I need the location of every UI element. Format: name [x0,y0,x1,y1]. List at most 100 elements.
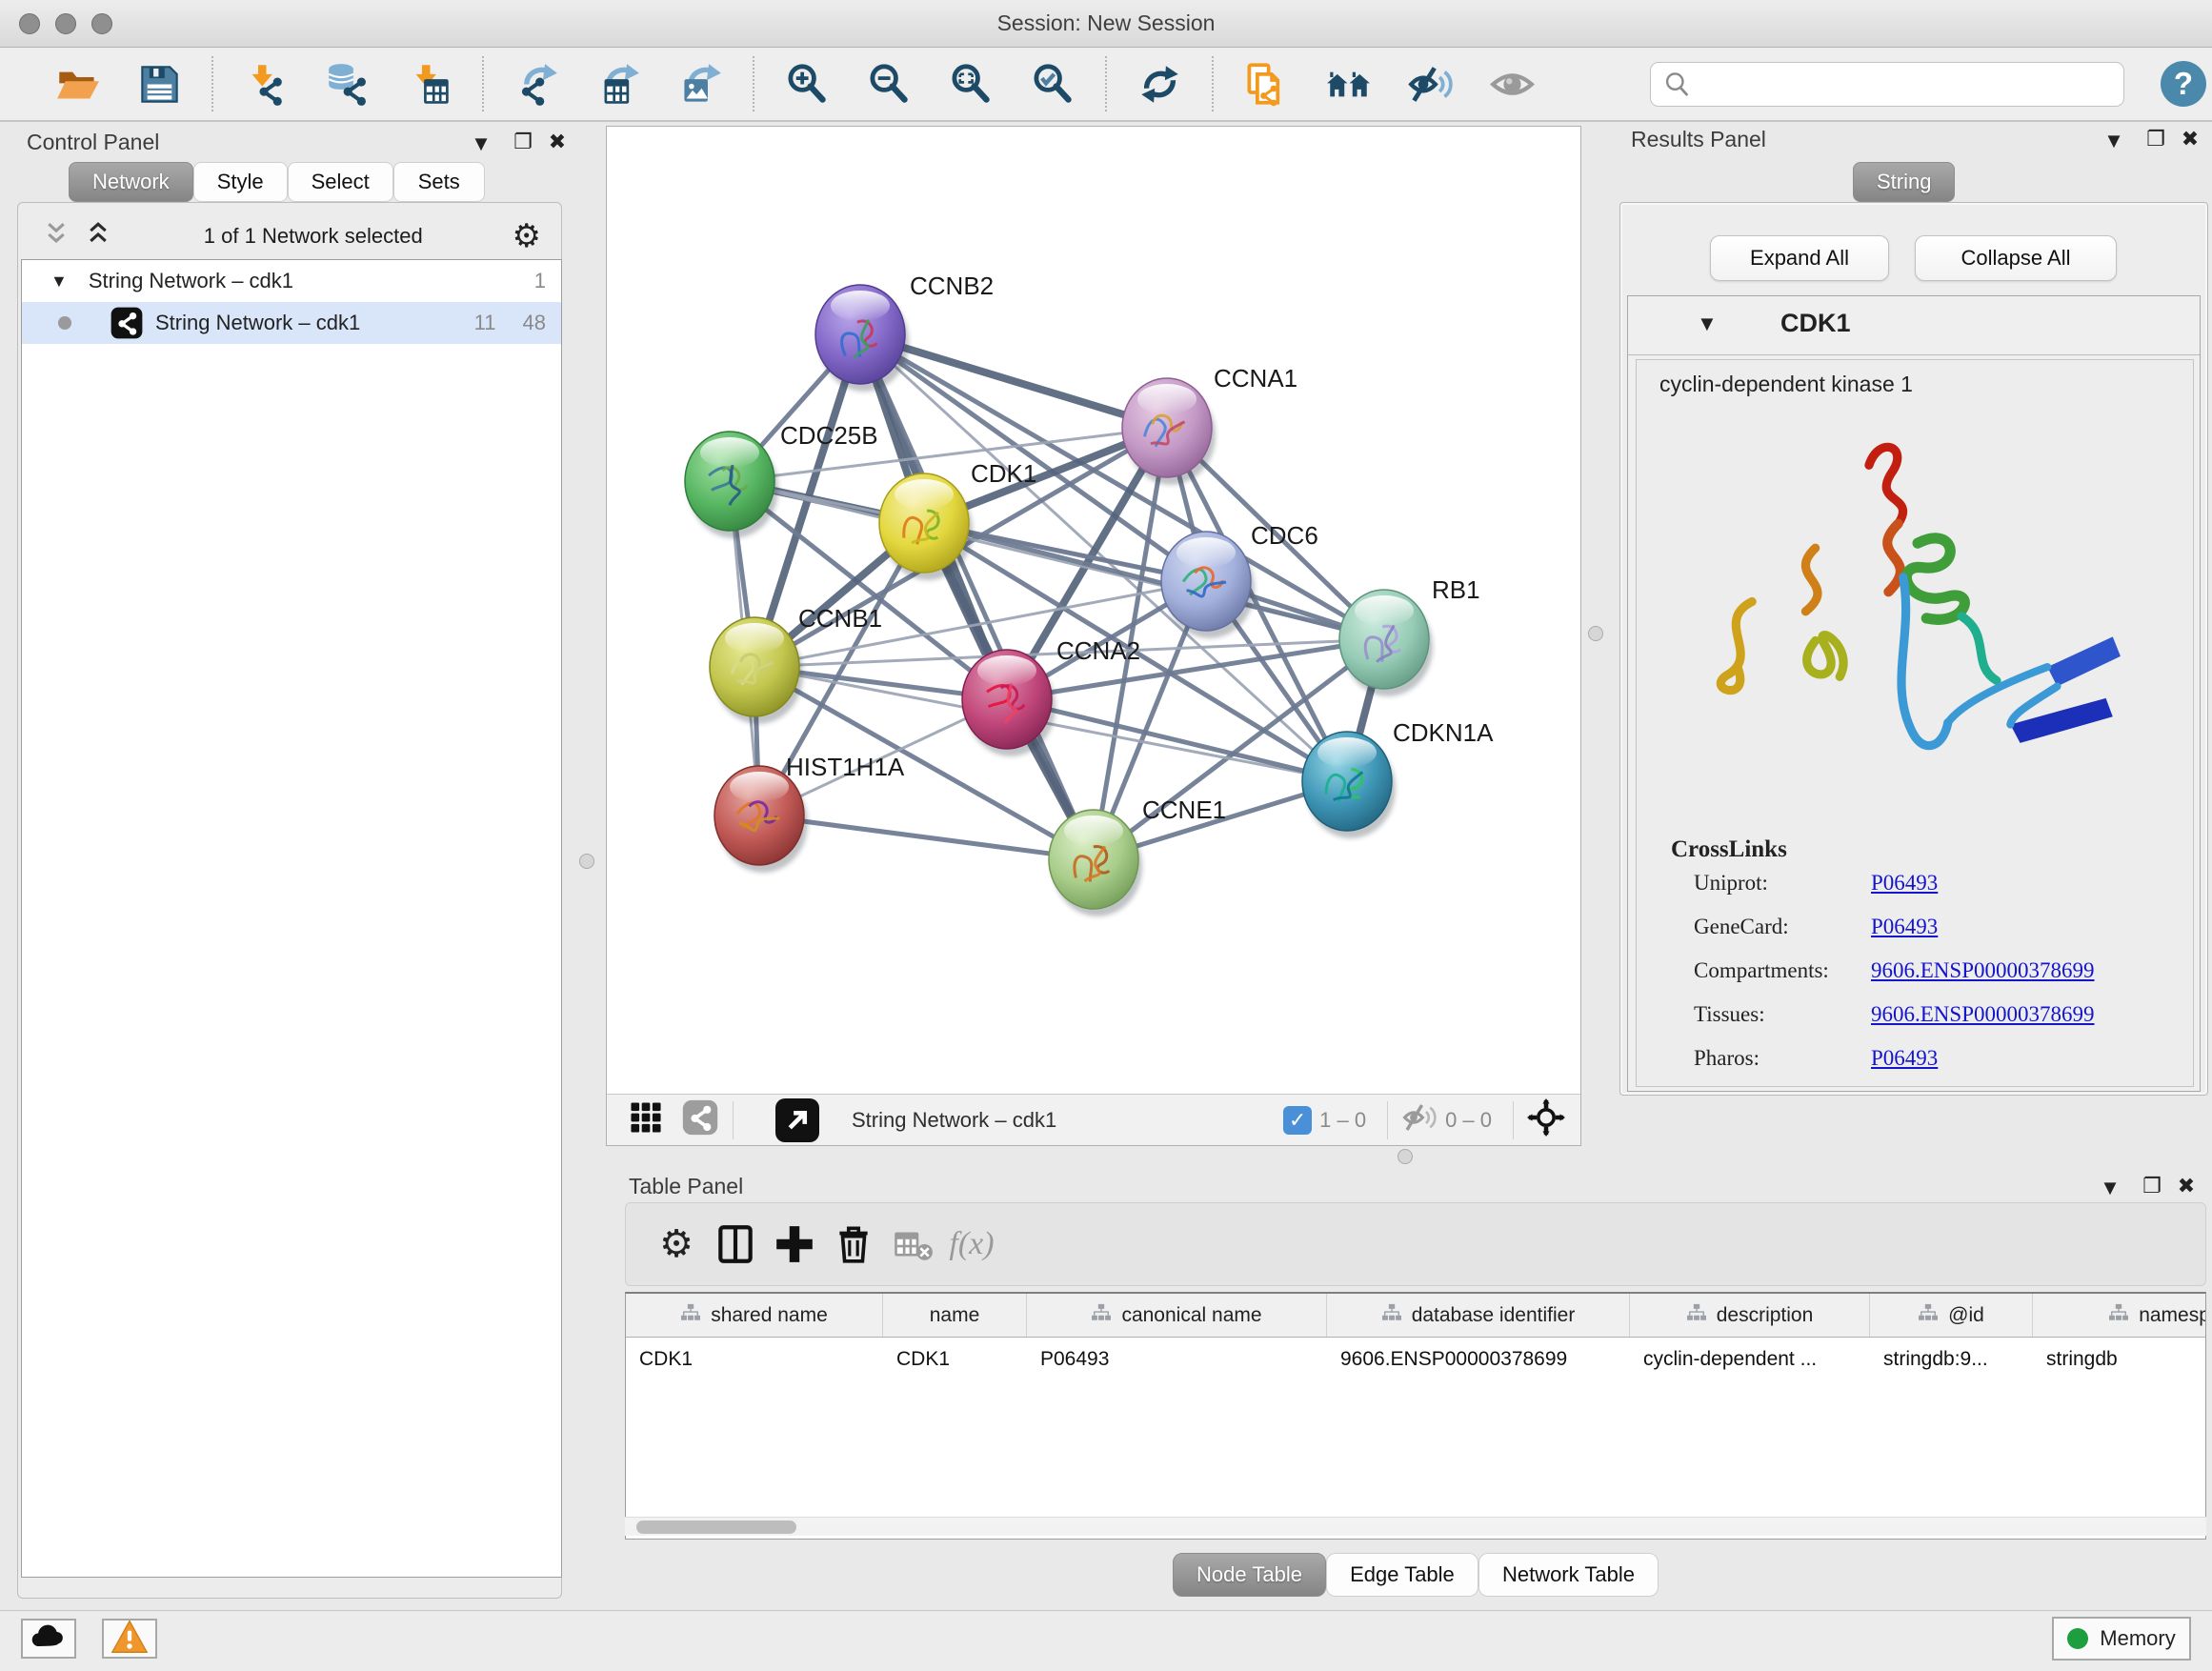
network-node-CCNB2[interactable] [815,285,909,392]
float-panel-icon[interactable]: ❐ [2140,127,2172,151]
export-table-button[interactable] [591,55,646,112]
toolbar-separator [1105,56,1107,111]
network-view-toolbar: String Network – cdk1 ✓ 1 – 0 0 – 0 [607,1094,1580,1145]
gene-section-header[interactable]: ▼ CDK1 [1628,296,2200,355]
network-node-CDC25B[interactable] [685,432,778,538]
table-options-gear-icon[interactable]: ⚙ [647,1214,706,1275]
left-splitter-handle[interactable] [579,854,594,869]
network-node-CCNA1[interactable] [1122,378,1216,485]
float-panel-icon[interactable]: ❐ [2136,1174,2168,1198]
selected-items-checkbox-icon[interactable]: ✓ [1283,1106,1312,1135]
show-columns-icon[interactable] [706,1214,765,1275]
collapse-panel-icon[interactable]: ▼ [465,131,497,156]
network-options-gear-icon[interactable]: ⚙ [513,217,541,255]
column-header-namespace[interactable]: namespace [2033,1294,2206,1337]
close-panel-icon[interactable]: ✖ [541,130,573,154]
hidden-items-eye-icon[interactable] [1401,1099,1438,1140]
export-network-button[interactable] [509,55,564,112]
memory-button[interactable]: Memory [2052,1617,2191,1661]
collapse-panel-icon[interactable]: ▼ [2094,1176,2126,1200]
tab-select[interactable]: Select [288,162,393,202]
tree-expander-icon[interactable]: ▼ [50,272,68,292]
network-node-CDK1[interactable] [879,473,973,580]
tab-network-table[interactable]: Network Table [1478,1553,1659,1597]
show-all-button[interactable] [1484,55,1539,112]
collapse-all-networks-icon[interactable] [82,218,114,255]
right-splitter-handle[interactable] [1588,626,1603,641]
hide-selected-button[interactable] [1402,55,1458,112]
network-node-HIST1H1A[interactable] [714,766,808,873]
network-overview-share-icon[interactable] [681,1098,719,1141]
expand-all-networks-icon[interactable] [40,218,72,255]
import-network-database-button[interactable] [320,55,375,112]
crosslink-value-link[interactable]: P06493 [1871,871,1938,895]
column-label: description [1717,1304,1814,1327]
first-neighbors-button[interactable] [1320,55,1376,112]
column-header-database-identifier[interactable]: database identifier [1327,1294,1630,1337]
copy-documents-button[interactable] [1238,55,1294,112]
collapse-all-button[interactable]: Collapse All [1915,235,2117,281]
crosslink-row: GeneCard:P06493 [1694,915,1938,939]
zoom-in-button[interactable] [779,55,835,112]
table-row[interactable]: CDK1CDK1P064939606.ENSP00000378699cyclin… [626,1338,2205,1381]
birds-eye-view-icon[interactable] [628,1099,664,1140]
crosslink-value-link[interactable]: P06493 [1871,1046,1938,1070]
network-tree-row[interactable]: String Network – cdk1 11 48 [22,302,561,344]
gene-details: cyclin-dependent kinase 1 CrossLinks Uni… [1636,359,2194,1087]
close-panel-icon[interactable]: ✖ [2170,1174,2202,1198]
search-input[interactable] [1650,62,2124,107]
crosslink-value-link[interactable]: 9606.ENSP00000378699 [1871,1002,2095,1026]
collapse-section-icon[interactable]: ▼ [1697,312,1718,336]
import-table-button[interactable] [402,55,457,112]
crosslink-label: Compartments: [1694,958,1871,983]
crosslink-label: Pharos: [1694,1046,1871,1071]
node-label-CCNB1: CCNB1 [798,604,882,633]
column-header-canonical-name[interactable]: canonical name [1027,1294,1327,1337]
column-header-shared-name[interactable]: shared name [626,1294,883,1337]
bottom-splitter-handle[interactable] [1398,1149,1413,1164]
export-image-button[interactable] [673,55,728,112]
network-node-CCNA2[interactable] [962,650,1056,756]
zoom-fit-button[interactable] [943,55,998,112]
float-panel-icon[interactable]: ❐ [507,130,539,154]
network-canvas[interactable]: CCNB2CCNA1CDC25BCDK1CDC6RB1CCNB1CCNA2CDK… [606,126,1581,1146]
column-header-name[interactable]: name [883,1294,1027,1337]
column-header-description[interactable]: description [1630,1294,1870,1337]
cloud-status-button[interactable] [21,1619,76,1659]
scrollbar-thumb[interactable] [636,1520,796,1534]
tab-node-table[interactable]: Node Table [1173,1553,1326,1597]
expand-all-button[interactable]: Expand All [1710,235,1889,281]
network-tree-row[interactable]: ▼ String Network – cdk1 1 [22,260,561,302]
delete-column-icon[interactable] [824,1214,883,1275]
network-graph[interactable]: CCNB2CCNA1CDC25BCDK1CDC6RB1CCNB1CCNA2CDK… [607,127,1580,1094]
divider [1513,1101,1514,1139]
import-network-file-button[interactable] [238,55,293,112]
save-session-button[interactable] [131,55,187,112]
warning-icon [111,1618,149,1661]
zoom-out-button[interactable] [861,55,916,112]
network-node-CDKN1A[interactable] [1302,732,1396,838]
gene-name: CDK1 [1780,309,1851,338]
help-button[interactable]: ? [2161,61,2206,107]
column-label: name [930,1304,980,1327]
fit-content-crosshair-icon[interactable] [1527,1098,1565,1141]
crosslink-value-link[interactable]: P06493 [1871,915,1938,938]
network-node-CCNE1[interactable] [1049,810,1142,916]
zoom-selected-button[interactable] [1025,55,1080,112]
add-column-icon[interactable] [765,1214,824,1275]
network-node-RB1[interactable] [1339,590,1433,696]
warnings-button[interactable] [102,1619,157,1659]
collection-count: 1 [534,269,546,293]
collapse-panel-icon[interactable]: ▼ [2098,129,2130,153]
tab-network[interactable]: Network [69,162,193,202]
close-panel-icon[interactable]: ✖ [2174,127,2206,151]
open-session-button[interactable] [50,55,105,112]
column-header--id[interactable]: @id [1870,1294,2033,1337]
crosslink-value-link[interactable]: 9606.ENSP00000378699 [1871,958,2095,982]
refresh-button[interactable] [1132,55,1187,112]
tab-edge-table[interactable]: Edge Table [1326,1553,1478,1597]
detach-view-button[interactable] [775,1098,819,1142]
tab-string[interactable]: String [1853,162,1955,202]
tab-sets[interactable]: Sets [393,162,485,202]
tab-style[interactable]: Style [193,162,288,202]
